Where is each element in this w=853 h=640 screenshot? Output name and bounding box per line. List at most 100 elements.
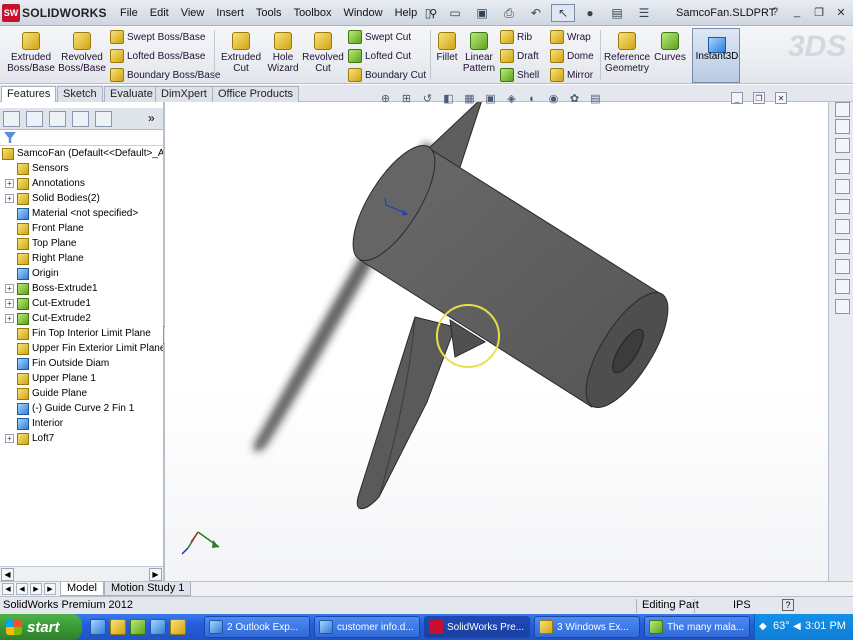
- open-folder-icon[interactable]: ▭: [443, 4, 467, 22]
- quick-launch-chrome-icon[interactable]: [130, 619, 146, 635]
- revolved-boss-button[interactable]: Revolved Boss/Base: [58, 32, 106, 74]
- tree-item[interactable]: Top Plane: [5, 236, 168, 251]
- menu-file[interactable]: File: [114, 7, 144, 19]
- menu-toolbox[interactable]: Toolbox: [288, 7, 338, 19]
- quick-launch-ie-icon[interactable]: [150, 619, 166, 635]
- expand-toggle-icon[interactable]: +: [5, 179, 14, 188]
- task-pane-tool-icon[interactable]: [835, 279, 850, 294]
- prev-tab-icon[interactable]: ◀: [16, 583, 28, 595]
- weather-temperature[interactable]: 63°: [773, 620, 790, 632]
- last-tab-icon[interactable]: ▶: [44, 583, 56, 595]
- tab-features[interactable]: Features: [1, 86, 57, 102]
- chevron-right-icon[interactable]: »: [148, 111, 155, 125]
- section-view-icon[interactable]: ◧: [441, 92, 456, 105]
- swept-cut-button[interactable]: Swept Cut: [348, 30, 411, 44]
- reference-geometry-button[interactable]: Reference Geometry: [604, 32, 650, 74]
- view-settings-icon[interactable]: ▤: [588, 92, 603, 105]
- menu-view[interactable]: View: [175, 7, 211, 19]
- view-orientation-icon[interactable]: ▣: [483, 92, 498, 105]
- volume-icon[interactable]: ◀: [793, 621, 801, 632]
- linear-pattern-button[interactable]: Linear Pattern: [462, 32, 496, 74]
- scroll-right-icon[interactable]: ▶: [149, 568, 162, 581]
- hole-wizard-button[interactable]: Hole Wizard: [264, 32, 302, 74]
- tree-item[interactable]: Interior: [5, 416, 168, 431]
- task-pane-view-palette-icon[interactable]: [835, 199, 850, 214]
- lofted-boss-button[interactable]: Lofted Boss/Base: [110, 49, 205, 63]
- menu-tools[interactable]: Tools: [250, 7, 288, 19]
- tree-item[interactable]: Front Plane: [5, 221, 168, 236]
- task-pane-design-library-icon[interactable]: [835, 159, 850, 174]
- tree-item[interactable]: Right Plane: [5, 251, 168, 266]
- tray-network-icon[interactable]: ◆: [759, 621, 767, 632]
- dynamic-annotation-icon[interactable]: ▦: [462, 92, 477, 105]
- mirror-button[interactable]: Mirror: [550, 68, 593, 82]
- hide-show-items-icon[interactable]: ◐: [525, 92, 540, 105]
- tree-item[interactable]: Upper Fin Exterior Limit Plane: [5, 341, 168, 356]
- close-button[interactable]: ✕: [832, 4, 850, 20]
- restore-button[interactable]: ❐: [810, 4, 828, 20]
- viewport-minimize-button[interactable]: _: [731, 92, 743, 104]
- display-manager-tab-icon[interactable]: [95, 111, 112, 127]
- configuration-manager-tab-icon[interactable]: [49, 111, 66, 127]
- apply-scene-icon[interactable]: ✿: [567, 92, 582, 105]
- tree-horizontal-scrollbar[interactable]: ◀ ▶: [0, 566, 163, 581]
- tab-sketch[interactable]: Sketch: [57, 86, 103, 102]
- task-outlook[interactable]: 2 Outlook Exp...: [204, 616, 310, 638]
- file-properties-icon[interactable]: ▤: [605, 4, 629, 22]
- menu-edit[interactable]: Edit: [144, 7, 175, 19]
- filter-icon[interactable]: [4, 132, 16, 143]
- display-style-icon[interactable]: ◈: [504, 92, 519, 105]
- task-pane-custom-properties-icon[interactable]: [835, 239, 850, 254]
- expand-toggle-icon[interactable]: +: [5, 284, 14, 293]
- tree-item[interactable]: + Loft7: [5, 431, 168, 446]
- quick-launch-app-icon[interactable]: [110, 619, 126, 635]
- lofted-cut-button[interactable]: Lofted Cut: [348, 49, 411, 63]
- swept-boss-button[interactable]: Swept Boss/Base: [110, 30, 205, 44]
- viewport-close-button[interactable]: ✕: [775, 92, 787, 104]
- revolved-cut-button[interactable]: Revolved Cut: [302, 32, 344, 74]
- first-tab-icon[interactable]: ◀: [2, 583, 14, 595]
- edit-appearance-icon[interactable]: ◉: [546, 92, 561, 105]
- graphics-area[interactable]: [165, 102, 828, 581]
- tab-dimxpert[interactable]: DimXpert: [155, 86, 213, 102]
- tree-item[interactable]: Fin Outside Diam: [5, 356, 168, 371]
- tree-root[interactable]: SamcoFan (Default<<Default>_Ap: [2, 146, 165, 161]
- solidworks-logo[interactable]: SW SOLIDWORKS: [2, 3, 107, 23]
- feature-manager-tab-icon[interactable]: [3, 111, 20, 127]
- viewport-restore-button[interactable]: ❐: [753, 92, 765, 104]
- select-cursor-icon[interactable]: ↖: [551, 4, 575, 22]
- tree-item[interactable]: + Cut-Extrude1: [5, 296, 168, 311]
- extruded-boss-button[interactable]: Extruded Boss/Base: [6, 32, 56, 74]
- task-browser[interactable]: The many mala...: [644, 616, 750, 638]
- undo-icon[interactable]: ↶: [524, 4, 548, 22]
- boundary-boss-button[interactable]: Boundary Boss/Base: [110, 68, 220, 82]
- task-pane-pin-icon[interactable]: [835, 119, 850, 134]
- expand-toggle-icon[interactable]: +: [5, 314, 14, 323]
- tree-filter-row[interactable]: [0, 130, 163, 146]
- task-pane-expand-icon[interactable]: [835, 102, 850, 117]
- options-icon[interactable]: ☰: [632, 4, 656, 22]
- scroll-left-icon[interactable]: ◀: [1, 568, 14, 581]
- tab-office-products[interactable]: Office Products: [212, 86, 299, 102]
- expand-toggle-icon[interactable]: +: [5, 299, 14, 308]
- rebuild-traffic-light-icon[interactable]: ●: [578, 4, 602, 22]
- task-pane-resources-icon[interactable]: [835, 138, 850, 153]
- tree-item[interactable]: Material <not specified>: [5, 206, 168, 221]
- tab-evaluate[interactable]: Evaluate: [104, 86, 159, 102]
- tab-motion-study[interactable]: Motion Study 1: [104, 582, 192, 596]
- tree-item[interactable]: (-) Guide Curve 2 Fin 1: [5, 401, 168, 416]
- expand-toggle-icon[interactable]: +: [5, 194, 14, 203]
- rib-button[interactable]: Rib: [500, 30, 532, 44]
- minimize-button[interactable]: _: [788, 4, 806, 20]
- new-document-icon[interactable]: ▯: [416, 4, 440, 22]
- task-pane-tool-icon[interactable]: [835, 299, 850, 314]
- save-icon[interactable]: ▣: [470, 4, 494, 22]
- print-icon[interactable]: ⎙: [497, 4, 521, 22]
- tree-item[interactable]: + Solid Bodies(2): [5, 191, 168, 206]
- fillet-button[interactable]: Fillet: [434, 32, 460, 63]
- task-pane-file-explorer-icon[interactable]: [835, 179, 850, 194]
- task-word[interactable]: customer info.d...: [314, 616, 420, 638]
- expand-toggle-icon[interactable]: +: [5, 434, 14, 443]
- shell-button[interactable]: Shell: [500, 68, 539, 82]
- menu-window[interactable]: Window: [337, 7, 388, 19]
